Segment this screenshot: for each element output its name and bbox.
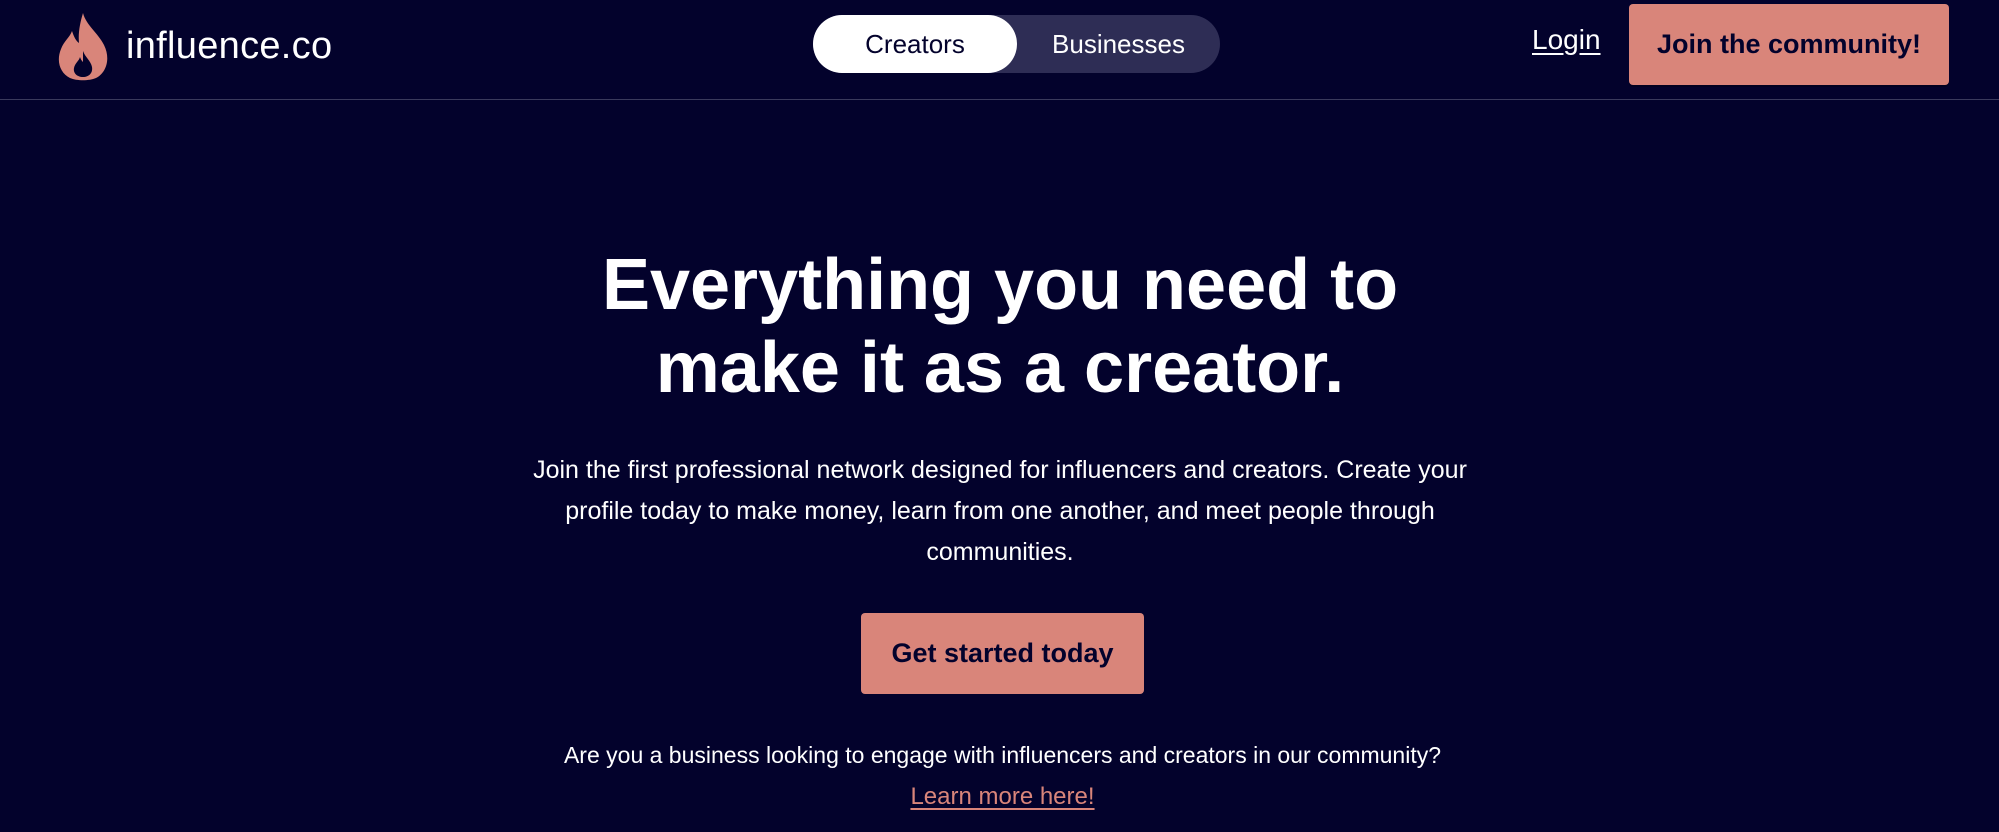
site-header: influence.co Creators Businesses Login J… bbox=[0, 0, 1999, 100]
flame-icon bbox=[58, 13, 108, 81]
login-link[interactable]: Login bbox=[1532, 24, 1601, 56]
audience-toggle: Creators Businesses bbox=[813, 15, 1220, 73]
toggle-creators[interactable]: Creators bbox=[813, 15, 1017, 73]
logo[interactable]: influence.co bbox=[56, 10, 332, 82]
hero-subtitle: Join the first professional network desi… bbox=[533, 456, 1467, 566]
toggle-businesses[interactable]: Businesses bbox=[1017, 15, 1220, 73]
logo-text: influence.co bbox=[126, 24, 333, 67]
get-started-button[interactable]: Get started today bbox=[861, 613, 1144, 694]
learn-more-link[interactable]: Learn more here! bbox=[800, 783, 1205, 811]
join-community-button[interactable]: Join the community! bbox=[1629, 4, 1949, 85]
hero-title: Everything you need to make it as a crea… bbox=[601, 245, 1399, 408]
business-question: Are you a business looking to engage wit… bbox=[563, 742, 1442, 768]
